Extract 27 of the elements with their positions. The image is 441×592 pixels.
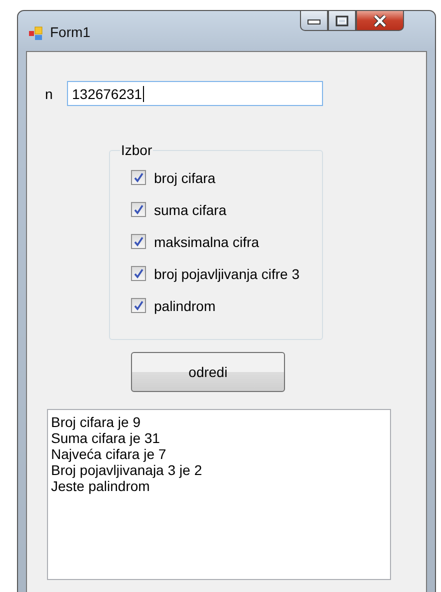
checkbox-label[interactable]: maksimalna cifra: [154, 234, 260, 250]
number-field[interactable]: 132676231: [67, 81, 323, 106]
checkbox-label[interactable]: broj pojavljivanja cifre 3: [154, 266, 300, 282]
n-label: n: [45, 86, 54, 102]
result-line: Suma cifara je 31: [51, 430, 161, 446]
minimize-button[interactable]: [300, 11, 328, 31]
result-line: Broj cifara je 9: [51, 414, 142, 430]
close-button[interactable]: [356, 11, 404, 31]
checkbox[interactable]: [131, 202, 146, 217]
maximize-icon: [335, 14, 349, 26]
minimize-icon: [307, 16, 321, 24]
checkbox-label[interactable]: suma cifara: [154, 202, 226, 218]
checkbox-label[interactable]: palindrom: [154, 298, 216, 314]
close-icon: [372, 14, 388, 26]
result-line: Najveća cifara je 7: [51, 446, 168, 462]
checkbox[interactable]: [131, 266, 146, 281]
checkbox-label[interactable]: broj cifara: [154, 170, 216, 186]
checkbox[interactable]: [131, 170, 146, 185]
group-title: Izbor: [120, 142, 154, 158]
result-line: Jeste palindrom: [51, 478, 151, 494]
checkbox[interactable]: [131, 298, 146, 313]
window-title: Form1: [50, 24, 90, 40]
odredi-button[interactable]: odredi: [131, 352, 285, 392]
maximize-button[interactable]: [328, 11, 356, 31]
app-icon: [28, 25, 44, 41]
checkbox[interactable]: [131, 234, 146, 249]
result-line: Broj pojavljivanaja 3 je 2: [51, 462, 203, 478]
